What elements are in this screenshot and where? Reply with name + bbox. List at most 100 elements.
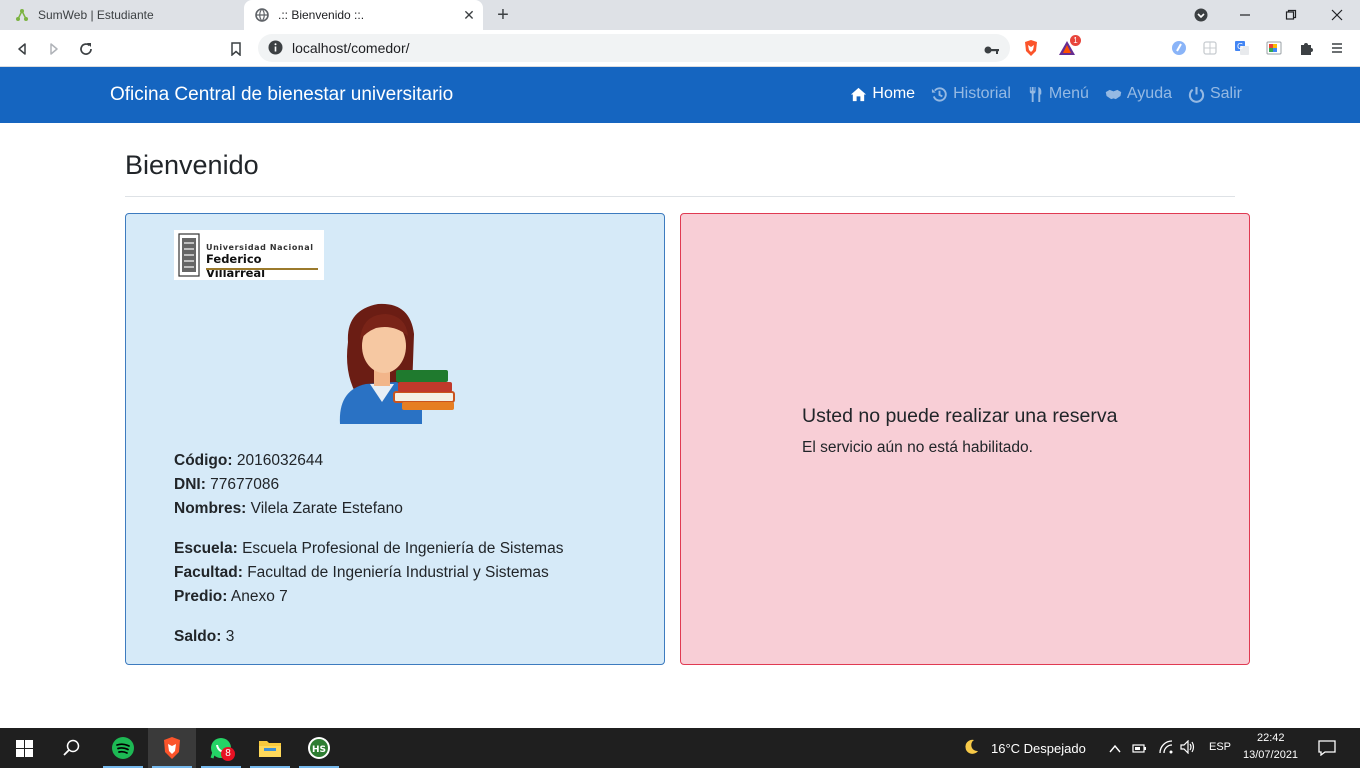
weather-moon-icon[interactable] bbox=[962, 738, 980, 761]
wifi-icon[interactable] bbox=[1158, 740, 1174, 759]
close-tab-icon[interactable]: ✕ bbox=[461, 7, 477, 23]
windows-taskbar: 8 HS 16°C Despejado ESP 22:42 13/07/2021 bbox=[0, 728, 1360, 768]
reload-icon[interactable] bbox=[74, 37, 98, 61]
svg-text:HS: HS bbox=[312, 745, 326, 755]
restore-icon[interactable] bbox=[1268, 0, 1314, 30]
saldo-label: Saldo: bbox=[174, 628, 222, 645]
site-info-icon[interactable] bbox=[268, 40, 283, 60]
dni-row: DNI: 77677086 bbox=[174, 473, 403, 497]
nombres-value: Vilela Zarate Estefano bbox=[250, 500, 403, 517]
clock-date[interactable]: 13/07/2021 bbox=[1243, 749, 1298, 761]
language-indicator[interactable]: ESP bbox=[1209, 741, 1231, 753]
tab-search-icon[interactable] bbox=[1178, 0, 1224, 30]
nav-historial[interactable]: Historial bbox=[931, 85, 1011, 103]
alert-title: Usted no puede realizar una reserva bbox=[802, 405, 1118, 427]
page-title: Bienvenido bbox=[125, 150, 259, 180]
tab-sumweb[interactable]: SumWeb | Estudiante bbox=[0, 0, 240, 30]
nav-links: Home Historial Menú Ayuda Salir bbox=[850, 85, 1242, 103]
tray-chevron-up-icon[interactable] bbox=[1109, 741, 1121, 759]
escuela-row: Escuela: Escuela Profesional de Ingenier… bbox=[174, 537, 563, 561]
alert-message: El servicio aún no está habilitado. bbox=[802, 439, 1033, 456]
volume-icon[interactable] bbox=[1180, 739, 1196, 759]
close-window-icon[interactable] bbox=[1314, 0, 1360, 30]
extension-color-icon[interactable] bbox=[1265, 39, 1283, 57]
browser-tabstrip: SumWeb | Estudiante .:: Bienvenido ::. ✕… bbox=[0, 0, 1360, 30]
rewards-badge: 1 bbox=[1070, 35, 1081, 46]
nav-ayuda-label: Ayuda bbox=[1126, 85, 1172, 102]
facultad-label: Facultad: bbox=[174, 564, 243, 581]
brave-rewards-icon[interactable]: 1 bbox=[1058, 35, 1081, 57]
nav-historial-label: Historial bbox=[953, 85, 1011, 102]
reservation-alert-card: Usted no puede realizar una reserva El s… bbox=[680, 213, 1250, 665]
university-logo: Universidad Nacional Federico Villarreal bbox=[174, 230, 324, 280]
history-icon bbox=[932, 86, 947, 102]
utensils-icon bbox=[1029, 86, 1042, 102]
power-icon bbox=[1188, 86, 1205, 103]
key-icon[interactable] bbox=[984, 42, 1000, 60]
nav-home[interactable]: Home bbox=[850, 85, 915, 103]
address-bar[interactable]: localhost/comedor/ bbox=[258, 34, 1010, 62]
handshake-icon bbox=[1105, 89, 1122, 99]
new-tab-icon[interactable]: + bbox=[493, 5, 513, 25]
whatsapp-icon[interactable]: 8 bbox=[197, 728, 245, 768]
nav-ayuda[interactable]: Ayuda bbox=[1105, 85, 1172, 103]
codigo-row: Código: 2016032644 bbox=[174, 449, 403, 473]
whatsapp-badge: 8 bbox=[221, 747, 235, 761]
search-icon[interactable] bbox=[48, 728, 96, 768]
logo-line2: Federico Villarreal bbox=[206, 252, 266, 280]
university-seal-icon bbox=[178, 233, 200, 277]
nav-salir-label: Salir bbox=[1209, 85, 1242, 102]
site-navbar: Oficina Central de bienestar universitar… bbox=[0, 67, 1360, 123]
escuela-label: Escuela: bbox=[174, 540, 238, 557]
tab-bienvenido[interactable]: .:: Bienvenido ::. ✕ bbox=[244, 0, 483, 30]
minimize-icon[interactable] bbox=[1222, 0, 1268, 30]
brand-title[interactable]: Oficina Central de bienestar universitar… bbox=[110, 84, 453, 106]
url-text: localhost/comedor/ bbox=[292, 40, 410, 56]
brave-browser-icon[interactable] bbox=[148, 728, 196, 768]
svg-text:G: G bbox=[1237, 42, 1243, 51]
nav-salir[interactable]: Salir bbox=[1188, 85, 1242, 103]
sumweb-favicon-icon bbox=[14, 7, 30, 23]
codigo-label: Código: bbox=[174, 452, 233, 469]
nombres-label: Nombres: bbox=[174, 500, 247, 517]
student-academic-block: Escuela: Escuela Profesional de Ingenier… bbox=[174, 537, 563, 609]
bookmark-icon[interactable] bbox=[224, 37, 248, 61]
brave-shields-icon[interactable] bbox=[1022, 39, 1040, 57]
logo-underline bbox=[206, 268, 318, 270]
codigo-value: 2016032644 bbox=[236, 452, 324, 469]
spotify-icon[interactable] bbox=[99, 728, 147, 768]
battery-icon[interactable] bbox=[1132, 741, 1148, 759]
home-icon bbox=[851, 87, 867, 101]
google-translate-icon[interactable]: G bbox=[1233, 39, 1251, 57]
predio-value: Anexo 7 bbox=[230, 588, 288, 605]
logo-line1: Universidad Nacional bbox=[206, 243, 314, 252]
forward-icon[interactable] bbox=[42, 37, 66, 61]
weather-text[interactable]: 16°C Despejado bbox=[991, 741, 1086, 756]
notifications-icon[interactable] bbox=[1318, 740, 1336, 761]
browser-menu-icon[interactable] bbox=[1328, 39, 1346, 57]
predio-label: Predio: bbox=[174, 588, 228, 605]
extensions-puzzle-icon[interactable] bbox=[1297, 39, 1315, 57]
extension-grid-icon[interactable] bbox=[1201, 39, 1219, 57]
facultad-value: Facultad de Ingeniería Industrial y Sist… bbox=[247, 564, 549, 581]
nav-menu-label: Menú bbox=[1048, 85, 1089, 102]
student-identity-block: Código: 2016032644 DNI: 77677086 Nombres… bbox=[174, 449, 403, 521]
extension-blue-icon[interactable] bbox=[1170, 39, 1188, 57]
windows-start-icon[interactable] bbox=[0, 728, 48, 768]
file-explorer-icon[interactable] bbox=[246, 728, 294, 768]
tab-title: .:: Bienvenido ::. bbox=[278, 8, 365, 22]
student-balance-block: Saldo: 3 bbox=[174, 625, 234, 649]
title-divider bbox=[125, 196, 1235, 197]
student-avatar-icon bbox=[339, 303, 455, 424]
nav-menu[interactable]: Menú bbox=[1027, 85, 1089, 103]
globe-icon bbox=[254, 7, 270, 23]
predio-row: Predio: Anexo 7 bbox=[174, 585, 563, 609]
browser-toolbar: localhost/comedor/ 1 G bbox=[0, 30, 1360, 67]
facultad-row: Facultad: Facultad de Ingeniería Industr… bbox=[174, 561, 563, 585]
clock-time[interactable]: 22:42 bbox=[1257, 732, 1285, 744]
dni-label: DNI: bbox=[174, 476, 206, 493]
hs-app-icon[interactable]: HS bbox=[295, 728, 343, 768]
nav-home-label: Home bbox=[872, 85, 916, 102]
nombres-row: Nombres: Vilela Zarate Estefano bbox=[174, 497, 403, 521]
back-icon[interactable] bbox=[10, 37, 34, 61]
